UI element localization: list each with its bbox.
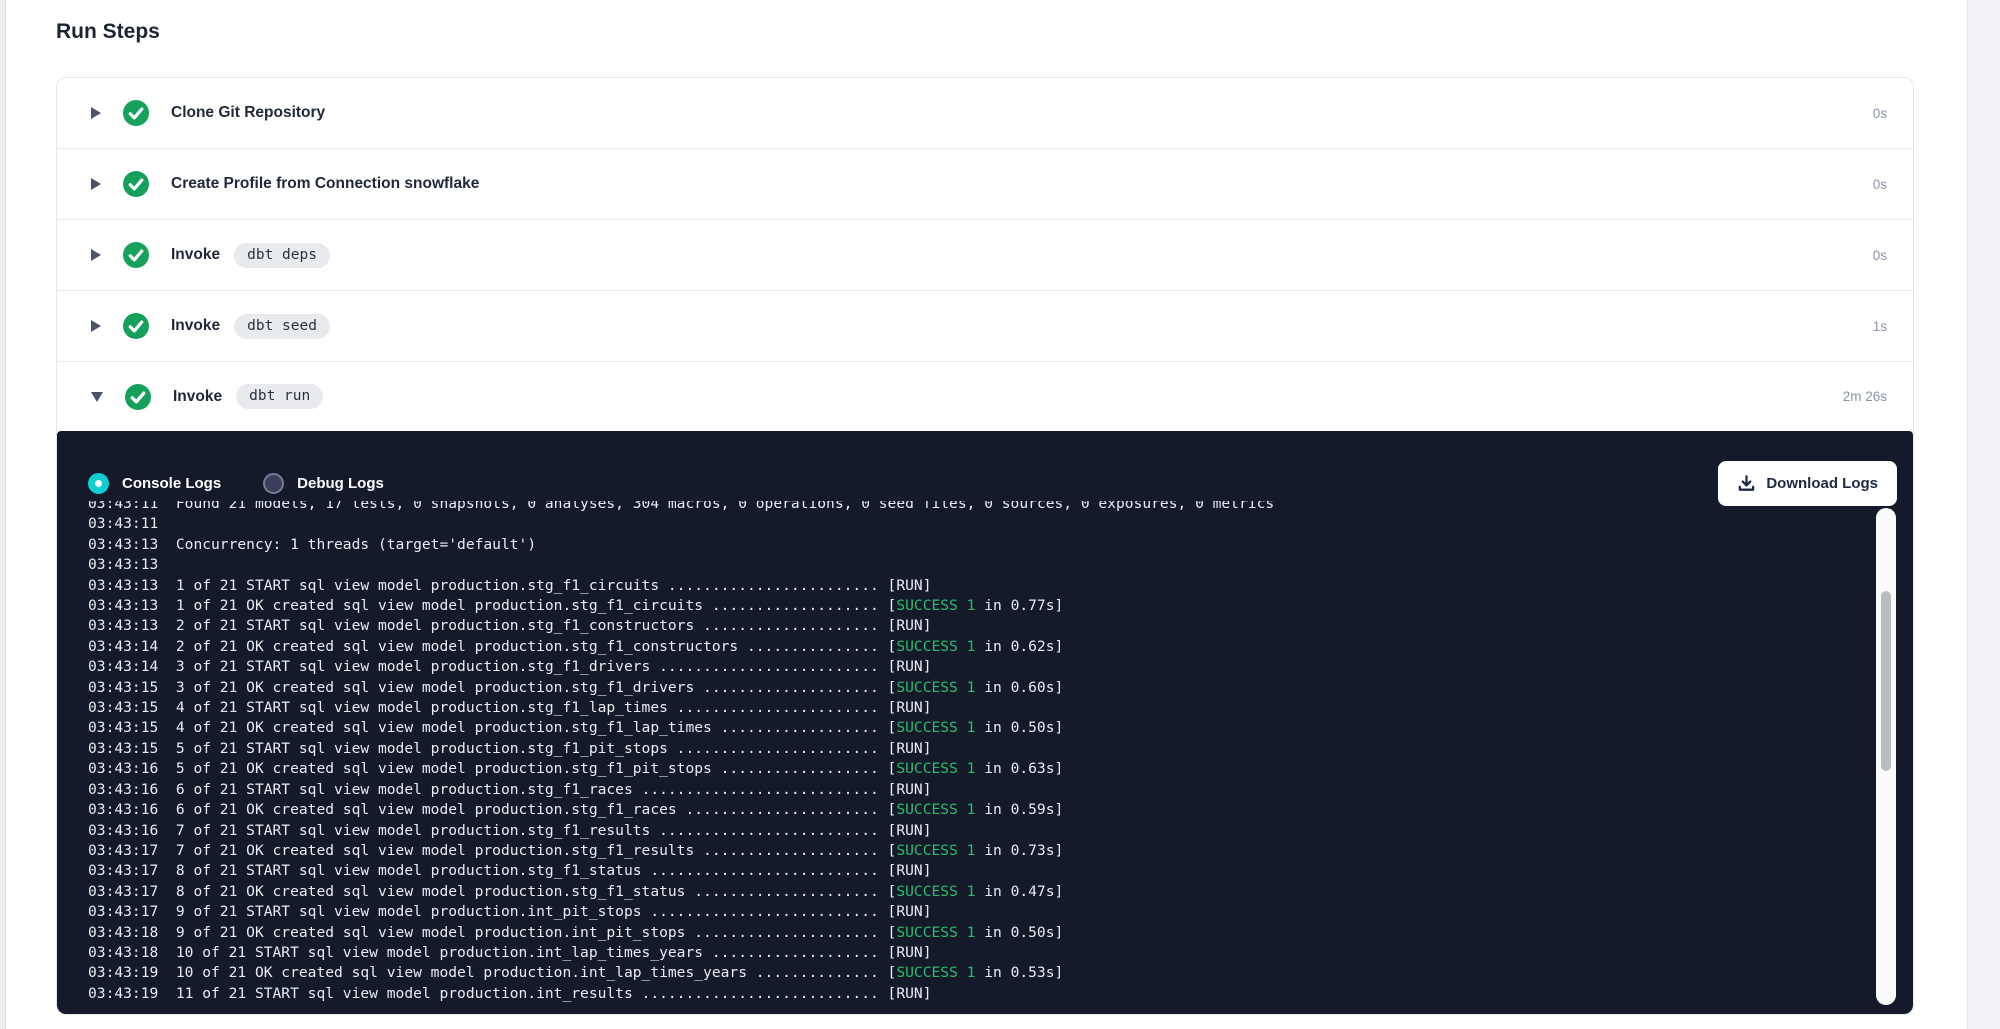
log-line: 03:43:15 4 of 21 START sql view model pr… [88, 698, 1873, 718]
debug-logs-radio[interactable]: Debug Logs [263, 473, 384, 494]
log-line: 03:43:11 [88, 514, 1873, 534]
log-line: 03:43:14 3 of 21 START sql view model pr… [88, 657, 1873, 677]
log-line: 03:43:16 6 of 21 START sql view model pr… [88, 780, 1873, 800]
step-label: Invoke [171, 246, 220, 264]
step-duration: 0s [1873, 106, 1887, 121]
console-logs-radio[interactable]: Console Logs [88, 473, 221, 494]
step-label: Create Profile from Connection snowflake [171, 175, 479, 193]
log-line: 03:43:13 1 of 21 OK created sql view mod… [88, 596, 1873, 616]
caret-right-icon [91, 249, 101, 261]
radio-label: Debug Logs [297, 475, 384, 492]
step-duration: 1s [1873, 319, 1887, 334]
log-viewport[interactable]: 03:43:11 Found 21 models, 17 tests, 0 sn… [57, 501, 1873, 1006]
step-row-clone-git-repository[interactable]: Clone Git Repository 0s [57, 78, 1913, 149]
check-circle-icon [123, 242, 149, 268]
download-logs-label: Download Logs [1766, 475, 1878, 492]
console-log-panel: Console Logs Debug Logs Download Logs 03… [57, 431, 1913, 1014]
log-line: 03:43:16 5 of 21 OK created sql view mod… [88, 759, 1873, 779]
log-scrollbar-track[interactable] [1876, 508, 1896, 1005]
log-line: 03:43:17 7 of 21 OK created sql view mod… [88, 841, 1873, 861]
caret-right-icon [91, 107, 101, 119]
log-line: 03:43:13 [88, 555, 1873, 575]
log-line: 03:43:13 2 of 21 START sql view model pr… [88, 616, 1873, 636]
check-circle-icon [123, 171, 149, 197]
download-icon [1737, 474, 1756, 493]
check-circle-icon [123, 313, 149, 339]
console-header: Console Logs Debug Logs Download Logs [57, 431, 1913, 506]
step-command-badge: dbt deps [234, 243, 330, 268]
log-line: 03:43:15 4 of 21 OK created sql view mod… [88, 718, 1873, 738]
run-steps-card: Clone Git Repository 0s Create Profile f… [56, 77, 1914, 1015]
log-line: 03:43:18 10 of 21 START sql view model p… [88, 943, 1873, 963]
log-line: 03:43:19 11 of 21 START sql view model p… [88, 984, 1873, 1004]
step-row-create-profile[interactable]: Create Profile from Connection snowflake… [57, 149, 1913, 220]
step-row-invoke-dbt-deps[interactable]: Invoke dbt deps 0s [57, 220, 1913, 291]
log-line: 03:43:17 9 of 21 START sql view model pr… [88, 902, 1873, 922]
caret-down-icon [91, 392, 103, 402]
caret-right-icon [91, 320, 101, 332]
step-duration: 2m 26s [1843, 389, 1887, 404]
log-line: 03:43:18 9 of 21 OK created sql view mod… [88, 923, 1873, 943]
log-line: 03:43:15 3 of 21 OK created sql view mod… [88, 678, 1873, 698]
log-line: 03:43:13 1 of 21 START sql view model pr… [88, 576, 1873, 596]
page-right-gutter [1967, 0, 2000, 1029]
log-line: 03:43:17 8 of 21 OK created sql view mod… [88, 882, 1873, 902]
log-line: 03:43:15 5 of 21 START sql view model pr… [88, 739, 1873, 759]
log-line: 03:43:16 6 of 21 OK created sql view mod… [88, 800, 1873, 820]
step-row-invoke-dbt-run[interactable]: Invoke dbt run 2m 26s [57, 362, 1913, 431]
radio-selected-icon [88, 473, 109, 494]
log-content: 03:43:11 Found 21 models, 17 tests, 0 sn… [88, 501, 1873, 1004]
step-row-invoke-dbt-seed[interactable]: Invoke dbt seed 1s [57, 291, 1913, 362]
log-line: 03:43:11 Found 21 models, 17 tests, 0 sn… [88, 501, 1873, 514]
step-label: Invoke [171, 317, 220, 335]
log-line: 03:43:14 2 of 21 OK created sql view mod… [88, 637, 1873, 657]
log-line: 03:43:13 Concurrency: 1 threads (target=… [88, 535, 1873, 555]
step-duration: 0s [1873, 177, 1887, 192]
step-command-badge: dbt run [236, 384, 323, 409]
run-steps-section: Run Steps Clone Git Repository 0s Create… [56, 0, 1914, 1015]
log-line: 03:43:17 8 of 21 START sql view model pr… [88, 861, 1873, 881]
radio-unselected-icon [263, 473, 284, 494]
page-title: Run Steps [56, 20, 1914, 44]
page-left-gutter [0, 0, 6, 1029]
check-circle-icon [125, 384, 151, 410]
step-label: Clone Git Repository [171, 104, 325, 122]
step-label: Invoke [173, 388, 222, 406]
check-circle-icon [123, 100, 149, 126]
download-logs-button[interactable]: Download Logs [1718, 461, 1897, 506]
step-command-badge: dbt seed [234, 314, 330, 339]
log-line: 03:43:19 10 of 21 OK created sql view mo… [88, 963, 1873, 983]
caret-right-icon [91, 178, 101, 190]
log-scrollbar-thumb[interactable] [1881, 591, 1891, 771]
step-duration: 0s [1873, 248, 1887, 263]
radio-label: Console Logs [122, 475, 221, 492]
log-line: 03:43:16 7 of 21 START sql view model pr… [88, 821, 1873, 841]
